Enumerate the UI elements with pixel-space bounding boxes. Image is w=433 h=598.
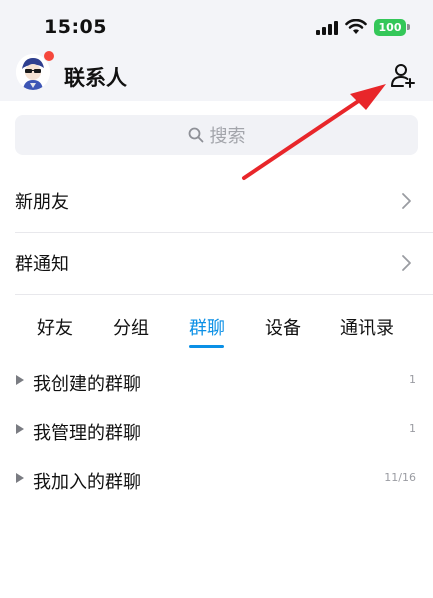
tab-devices[interactable]: 设备	[245, 314, 321, 340]
group-count: 1	[409, 422, 416, 435]
row-new-friends[interactable]: 新朋友	[0, 170, 433, 232]
active-tab-indicator	[189, 345, 224, 348]
contact-tabs: 好友 分组 群聊 设备 通讯录	[0, 304, 433, 350]
group-managed[interactable]: 我管理的群聊 1	[0, 407, 433, 455]
page-title: 联系人	[64, 66, 127, 90]
row-label: 新朋友	[15, 192, 69, 213]
caret-right-icon	[16, 375, 24, 385]
divider	[15, 294, 433, 295]
search-icon	[188, 127, 203, 143]
status-bar: 15:05 100	[0, 0, 433, 50]
battery-cap	[407, 24, 410, 30]
caret-right-icon	[16, 473, 24, 483]
row-group-notifications[interactable]: 群通知	[0, 232, 433, 294]
tab-group-chats[interactable]: 群聊	[169, 314, 245, 340]
group-label: 我加入的群聊	[33, 472, 141, 493]
status-time: 15:05	[44, 16, 107, 38]
group-count: 11/16	[384, 471, 416, 484]
group-created[interactable]: 我创建的群聊 1	[0, 358, 433, 406]
cellular-signal-icon	[316, 21, 338, 35]
top-area: 15:05 100 联系人	[0, 0, 433, 101]
search-bar[interactable]: 搜索	[15, 115, 418, 155]
search-placeholder: 搜索	[209, 126, 246, 147]
group-joined[interactable]: 我加入的群聊 11/16	[0, 456, 433, 504]
chevron-right-icon	[402, 193, 411, 209]
caret-right-icon	[16, 424, 24, 434]
chevron-right-icon	[402, 255, 411, 271]
group-label: 我创建的群聊	[33, 374, 141, 395]
tab-friends[interactable]: 好友	[17, 314, 93, 340]
search-content: 搜索	[15, 115, 418, 155]
wifi-icon	[345, 19, 367, 34]
notification-dot	[43, 50, 55, 62]
tab-address-book[interactable]: 通讯录	[329, 314, 405, 340]
tab-groups-category[interactable]: 分组	[93, 314, 169, 340]
header: 联系人	[0, 50, 433, 101]
battery-indicator: 100	[374, 19, 406, 36]
group-label: 我管理的群聊	[33, 423, 141, 444]
row-label: 群通知	[15, 254, 69, 275]
group-count: 1	[409, 373, 416, 386]
person-add-icon[interactable]	[390, 62, 416, 88]
